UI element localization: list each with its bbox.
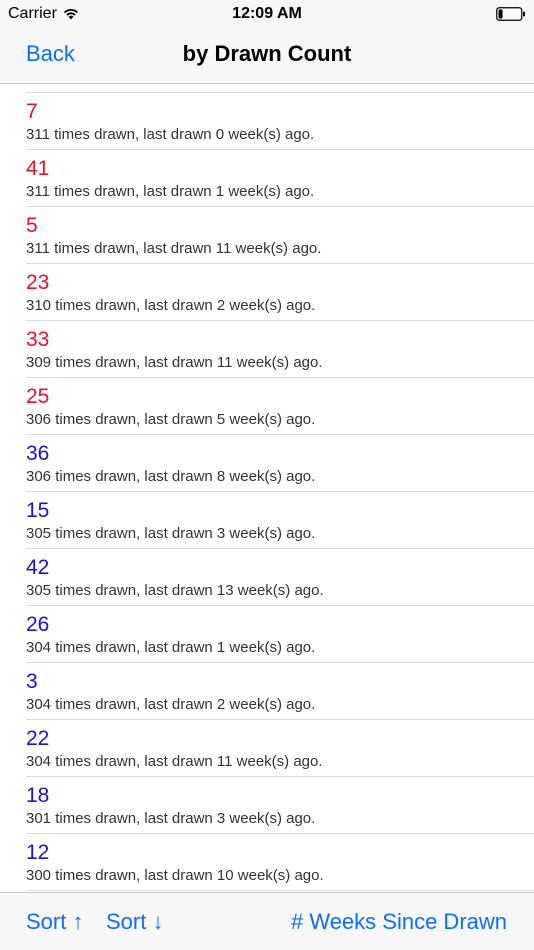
list-item[interactable]: 33 309 times drawn, last drawn 11 week(s)… [0, 312, 534, 378]
list-item[interactable]: 3 304 times drawn, last drawn 2 week(s) a… [0, 654, 534, 720]
list-item[interactable]: 18 301 times drawn, last drawn 3 week(s) … [0, 768, 534, 834]
ball-number: 26 [26, 613, 50, 636]
bottom-toolbar: Sort ↑ Sort ↓ # Weeks Since Drawn [0, 892, 534, 950]
sort-ascending-button[interactable]: Sort ↑ [26, 909, 83, 935]
row-divider [26, 890, 534, 891]
list-item[interactable]: 5 311 times drawn, last drawn 11 week(s) … [0, 198, 534, 264]
weeks-since-drawn-button[interactable]: # Weeks Since Drawn [291, 909, 507, 935]
ball-number: 12 [26, 841, 50, 864]
ball-number: 3 [26, 670, 38, 693]
ball-number: 18 [26, 784, 50, 807]
ball-number: 7 [26, 100, 38, 123]
ball-number: 23 [26, 271, 50, 294]
draw-stats-text: 300 times drawn, last drawn 10 week(s) a… [26, 867, 324, 884]
list-item[interactable]: 23 310 times drawn, last drawn 2 week(s) … [0, 255, 534, 321]
drawn-count-list[interactable]: 7 311 times drawn, last drawn 0 week(s) a… [0, 84, 534, 892]
list-item[interactable]: 7 311 times drawn, last drawn 0 week(s) a… [0, 84, 534, 150]
list-item[interactable]: 12 300 times drawn, last drawn 10 week(s)… [0, 825, 534, 891]
ball-number: 22 [26, 727, 50, 750]
ball-number: 15 [26, 499, 50, 522]
list-item[interactable]: 26 304 times drawn, last drawn 1 week(s) … [0, 597, 534, 663]
list-item[interactable]: 25 306 times drawn, last drawn 5 week(s) … [0, 369, 534, 435]
status-bar: Carrier 12:09 AM [0, 0, 534, 28]
ball-number: 41 [26, 157, 50, 180]
list-item[interactable]: 15 305 times drawn, last drawn 3 week(s) … [0, 483, 534, 549]
page-title: by Drawn Count [182, 41, 352, 66]
ball-number: 5 [26, 214, 38, 237]
sort-descending-button[interactable]: Sort ↓ [106, 909, 163, 935]
list-item[interactable]: 36 306 times drawn, last drawn 8 week(s) … [0, 426, 534, 492]
status-time: 12:09 AM [232, 5, 302, 22]
ball-number: 36 [26, 442, 50, 465]
list-item[interactable]: 41 311 times drawn, last drawn 1 week(s) … [0, 141, 534, 207]
list-item[interactable]: 22 304 times drawn, last drawn 11 week(s)… [0, 711, 534, 777]
battery-icon [496, 7, 525, 21]
ball-number: 33 [26, 328, 50, 351]
navigation-bar: Back by Drawn Count [0, 28, 534, 84]
list-item[interactable]: 42 305 times drawn, last drawn 13 week(s)… [0, 540, 534, 606]
ball-number: 42 [26, 556, 50, 579]
ball-number: 25 [26, 385, 50, 408]
